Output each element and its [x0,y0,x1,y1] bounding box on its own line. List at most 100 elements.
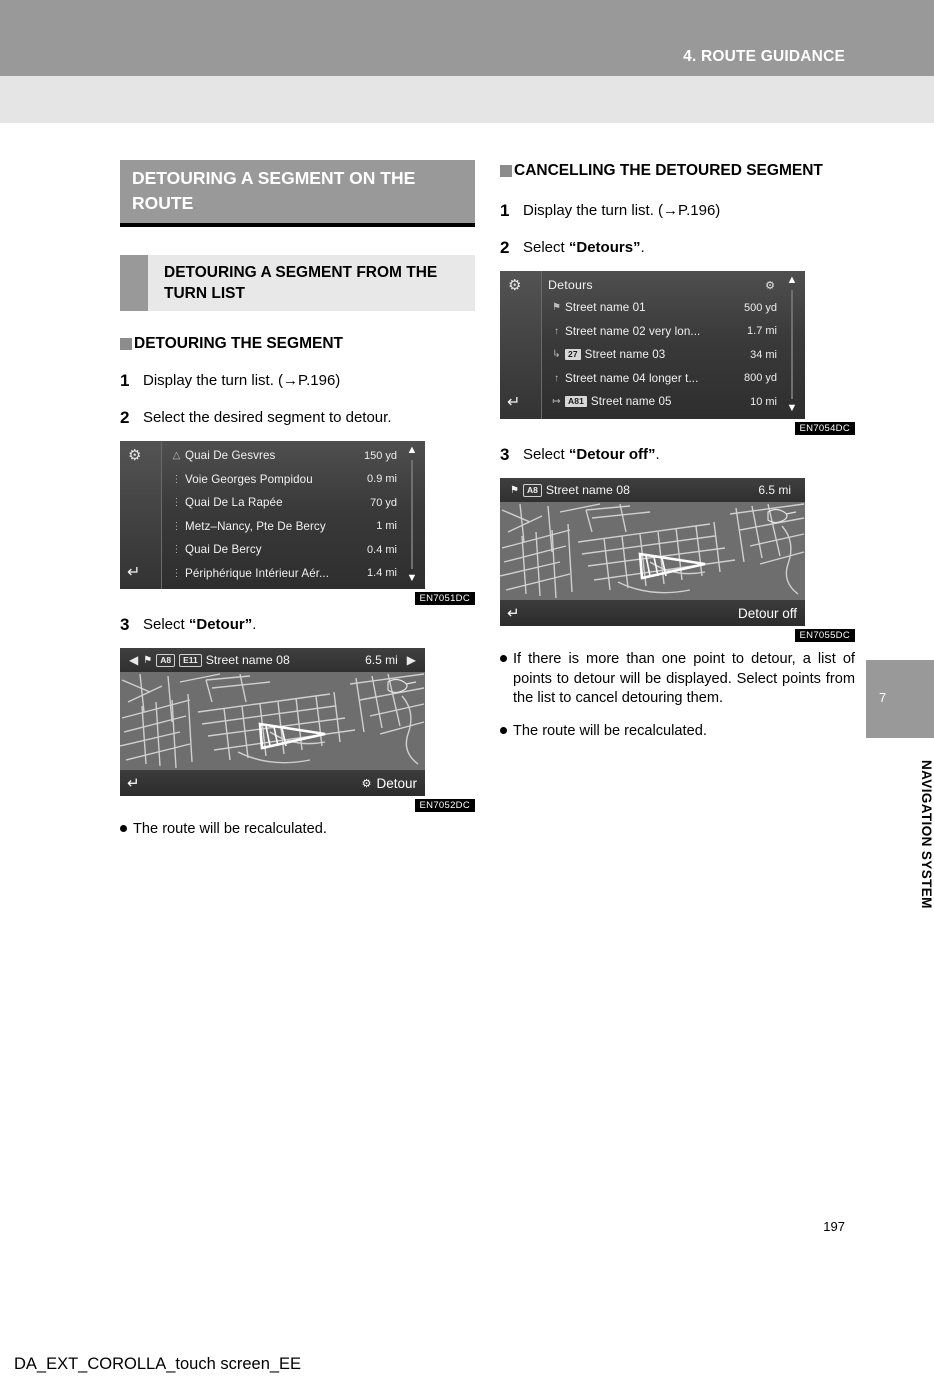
chapter-tab-label: NAVIGATION SYSTEM [919,760,934,909]
flag-icon: ⚑ [552,302,561,314]
detour-map-screenshot: ◀ ⚑ A8 E11 Street name 08 6.5 mi ▶ ↵ ⚙ D… [120,648,475,812]
distance-value: 0.9 mi [367,473,397,486]
street-name: Street name 08 [545,483,630,497]
list-item[interactable]: ⋮ Metz–Nancy, Pte De Bercy 1 mi [162,515,399,539]
step-number: 3 [500,445,510,464]
bullet-item: If there is more than one point to detou… [500,650,855,709]
bullet-dot-icon [500,650,513,709]
step-text-bold: “Detours” [568,239,641,256]
scroll-down-icon[interactable]: ▼ [407,573,418,584]
step-number: 1 [500,201,510,220]
step-text-bold: “Detour” [188,616,253,633]
scrollbar-track[interactable] [791,290,793,399]
back-arrow-icon[interactable]: ↵ [507,395,520,411]
detour-button[interactable]: ⚙ Detour [362,776,417,791]
list-item[interactable]: ⋮ Quai De Bercy 0.4 mi [162,538,399,562]
sub-heading-swatch [120,255,148,311]
scroll-down-icon[interactable]: ▼ [787,403,798,414]
list-item[interactable]: ⚑ Street name 01 500 yd [542,296,779,320]
list-item[interactable]: ↑ Street name 02 very lon... 1.7 mi [542,320,779,344]
scroll-up-icon[interactable]: ▲ [407,445,418,456]
list-item[interactable]: △ Quai De Gesvres 150 yd [162,444,399,468]
street-name: Metz–Nancy, Pte De Bercy [185,519,326,533]
topic-heading-left-text: DETOURING THE SEGMENT [134,335,343,352]
figure-code: EN7052DC [414,799,475,812]
step-text-prefix: Select [523,446,569,463]
list-item[interactable]: ↳ 27 Street name 03 34 mi [542,343,779,367]
distance-value: 1 mi [376,520,397,533]
detour-icon: ⚙ [361,777,372,790]
map-footer-bar: ↵ Detour off [500,600,805,626]
map-street-info: ⚑ A8 E11 Street name 08 [143,653,361,667]
step-text-prefix: Select [523,239,569,256]
gear-icon[interactable]: ⚙ [508,278,521,293]
detour-off-button[interactable]: Detour off [738,606,797,621]
scrollbar-track[interactable] [411,460,413,569]
back-arrow-icon[interactable]: ↵ [127,774,140,792]
turn-arrow-icon: ↑ [554,372,559,384]
back-arrow-icon[interactable]: ↵ [507,604,520,622]
page-header-subband [0,76,934,123]
manual-page: 4. ROUTE GUIDANCE DETOURING A SEGMENT ON… [0,0,934,1387]
nav-screen-detour-off-map[interactable]: ⚑ A8 Street name 08 6.5 mi ↵ Detour off [500,478,805,626]
turn-list-screenshot: ⚙ ↵ △ Quai De Gesvres 150 yd ⋮ Voie Geor… [120,441,475,605]
step-text-suffix: . [252,616,257,633]
map-header-bar: ◀ ⚑ A8 E11 Street name 08 6.5 mi ▶ [120,648,425,672]
scroll-up-icon[interactable]: ▲ [787,275,798,286]
detour-off-button-label: Detour off [737,605,797,621]
street-name: Périphérique Intérieur Aér... [185,566,330,580]
nav-screen-detour-map[interactable]: ◀ ⚑ A8 E11 Street name 08 6.5 mi ▶ ↵ ⚙ D… [120,648,425,796]
list-item[interactable]: ⋮ Voie Georges Pompidou 0.9 mi [162,468,399,492]
gear-icon[interactable]: ⚙ [128,448,141,463]
turn-arrow-icon: ⋮ [171,567,182,579]
screen-left-rail: ⚙ ↵ [500,271,542,419]
distance-value: 150 yd [363,449,397,462]
right-column: CANCELLING THE DETOURED SEGMENT 1 Displa… [500,160,855,741]
step-item: 3 Select “Detour”. [120,615,475,635]
list-item[interactable]: ⋮ Périphérique Intérieur Aér... 1.4 mi [162,562,399,586]
nav-screen-detours-list[interactable]: ⚙ ↵ Detours ⚙ ⚑ Street name 01 500 yd ↑ … [500,271,805,419]
street-name: 27 Street name 03 [565,348,725,361]
map-graphic [500,502,805,600]
detours-list-screenshot: ⚙ ↵ Detours ⚙ ⚑ Street name 01 500 yd ↑ … [500,271,855,435]
street-name: Quai De Gesvres [185,449,276,463]
bullet-text: The route will be recalculated. [133,821,327,837]
step-text: Select “Detour”. [143,615,475,635]
scrollbar[interactable]: ▲ ▼ [779,271,805,419]
document-id: DA_EXT_COROLLA_touch screen_EE [14,1355,302,1373]
street-name-text: Street name 05 [590,395,672,409]
step-text-bold: “Detour off” [568,446,656,463]
figure-code: EN7055DC [794,629,855,642]
list-item[interactable]: ⋮ Quai De La Rapée 70 yd [162,491,399,515]
turn-arrow-icon: ⋮ [171,520,182,532]
figure-code: EN7051DC [414,592,475,605]
street-name: Street name 04 longer t... [565,371,699,385]
page-number: 197 [823,1219,845,1234]
chapter-tab-box [866,660,934,738]
list-item[interactable]: ↑ Street name 04 longer t... 800 yd [542,367,779,391]
nav-screen-turn-list[interactable]: ⚙ ↵ △ Quai De Gesvres 150 yd ⋮ Voie Geor… [120,441,425,589]
turn-arrow-icon: ⋮ [171,497,182,509]
back-arrow-icon[interactable]: ↵ [127,565,140,581]
distance-value: 1.4 mi [367,567,397,580]
turn-list-rows: △ Quai De Gesvres 150 yd ⋮ Voie Georges … [162,441,399,589]
road-badge: A81 [565,396,587,408]
highway-badge: A8 [522,483,542,497]
step-item: 1 Display the turn list. (→P.196) [120,371,475,391]
prev-arrow-icon[interactable]: ◀ [124,653,143,667]
sub-heading: DETOURING A SEGMENT FROM THE TURN LIST [120,255,475,311]
map-street-info: ⚑ A8 Street name 08 [504,483,754,497]
street-name-text: Street name 03 [584,348,666,362]
distance-value: 1.7 mi [747,325,777,338]
step-text: Select “Detours”. [523,238,855,258]
detour-icon: ⚙ [765,279,775,292]
scrollbar[interactable]: ▲ ▼ [399,441,425,589]
chapter-title: 4. ROUTE GUIDANCE [683,48,845,65]
list-item[interactable]: ↦ A81 Street name 05 10 mi [542,390,779,414]
square-bullet-icon [500,165,512,177]
step-item: 3 Select “Detour off”. [500,445,855,465]
step-text-suffix: . [640,239,645,256]
distance-value: 0.4 mi [367,543,397,556]
next-arrow-icon[interactable]: ▶ [402,653,421,667]
turn-arrow-icon: ↳ [552,349,561,361]
